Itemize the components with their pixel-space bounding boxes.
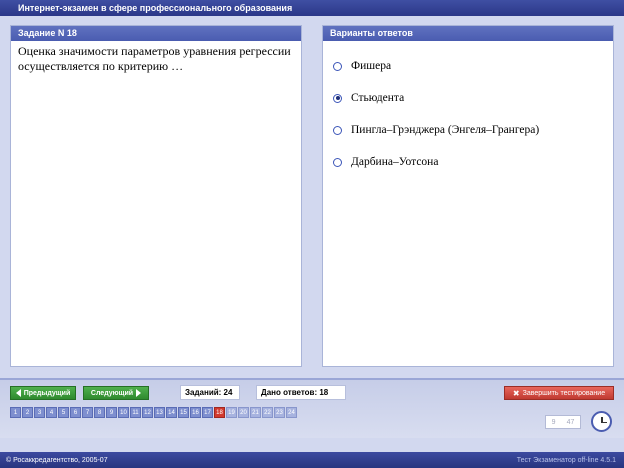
prev-button-label: Предыдущий bbox=[23, 389, 71, 397]
next-button[interactable]: Следующий bbox=[83, 386, 149, 400]
arrow-right-icon bbox=[136, 389, 142, 397]
answer-label: Стьюдента bbox=[351, 92, 405, 104]
question-text: Оценка значимости параметров уравнения р… bbox=[18, 44, 291, 73]
page-button-6[interactable]: 6 bbox=[70, 407, 81, 418]
page-button-16[interactable]: 16 bbox=[190, 407, 201, 418]
page-button-3[interactable]: 3 bbox=[34, 407, 45, 418]
page-button-2[interactable]: 2 bbox=[22, 407, 33, 418]
page-button-15[interactable]: 15 bbox=[178, 407, 189, 418]
answer-label: Пингла–Грэнджера (Энгеля–Грангера) bbox=[351, 124, 540, 136]
runner-icon: ✖ bbox=[512, 388, 520, 398]
page-button-10[interactable]: 10 bbox=[118, 407, 129, 418]
page-button-8[interactable]: 8 bbox=[94, 407, 105, 418]
answer-option-engle-granger[interactable]: Пингла–Грэнджера (Энгеля–Грангера) bbox=[323, 114, 613, 146]
clock-icon bbox=[591, 411, 612, 432]
radio-button[interactable] bbox=[333, 61, 342, 71]
answer-options: Фишера Стьюдента Пингла–Грэнджера (Энгел… bbox=[323, 41, 613, 178]
question-header: Задание N 18 bbox=[11, 26, 301, 41]
answer-label: Фишера bbox=[351, 60, 392, 72]
page-button-5[interactable]: 5 bbox=[58, 407, 69, 418]
page-button-17[interactable]: 17 bbox=[202, 407, 213, 418]
page-button-20[interactable]: 20 bbox=[238, 407, 249, 418]
next-button-label: Следующий bbox=[90, 389, 134, 397]
radio-button-selected[interactable] bbox=[333, 93, 342, 103]
prev-button[interactable]: Предыдущий bbox=[10, 386, 76, 400]
timer-value-1: 9 bbox=[551, 418, 556, 426]
copyright-text: © Росаккредагентство, 2005-07 bbox=[6, 456, 108, 464]
page-button-12[interactable]: 12 bbox=[142, 407, 153, 418]
question-pager: 1 2 3 4 5 6 7 8 9 10 11 12 13 14 15 16 17 18 19 20 21 22 23 24 bbox=[10, 407, 297, 418]
page-button-23[interactable]: 23 bbox=[274, 407, 285, 418]
page-button-18[interactable]: 18 bbox=[214, 407, 225, 418]
page-button-24[interactable]: 24 bbox=[286, 407, 297, 418]
tasks-counter: Заданий: 24 bbox=[180, 385, 240, 400]
page-button-4[interactable]: 4 bbox=[46, 407, 57, 418]
radio-button[interactable] bbox=[333, 157, 342, 167]
answer-option-fisher[interactable]: Фишера bbox=[323, 50, 613, 82]
radio-button[interactable] bbox=[333, 125, 342, 135]
page-button-19[interactable]: 19 bbox=[226, 407, 237, 418]
finish-test-button[interactable]: ✖ Завершить тестирование bbox=[504, 386, 614, 400]
page-button-14[interactable]: 14 bbox=[166, 407, 177, 418]
window-title: Интернет-экзамен в сфере профессионально… bbox=[0, 0, 624, 16]
answer-label: Дарбина–Уотсона bbox=[351, 156, 439, 168]
timer-value-2: 47 bbox=[566, 418, 575, 426]
timer-display: 9 47 bbox=[545, 415, 581, 429]
page-button-11[interactable]: 11 bbox=[130, 407, 141, 418]
answer-option-durbin-watson[interactable]: Дарбина–Уотсона bbox=[323, 146, 613, 178]
answers-header: Варианты ответов bbox=[323, 26, 613, 41]
answers-panel: Варианты ответов Фишера Стьюдента Пингла… bbox=[322, 25, 614, 367]
answered-counter: Дано ответов: 18 bbox=[256, 385, 346, 400]
page-button-22[interactable]: 22 bbox=[262, 407, 273, 418]
question-panel: Задание N 18 Оценка значимости параметро… bbox=[10, 25, 302, 367]
page-button-9[interactable]: 9 bbox=[106, 407, 117, 418]
finish-button-label: Завершить тестирование bbox=[522, 389, 606, 397]
page-button-7[interactable]: 7 bbox=[82, 407, 93, 418]
version-text: Тест Экзаменатор off-line 4.5.1 bbox=[516, 456, 616, 464]
status-bar: © Росаккредагентство, 2005-07 Тест Экзам… bbox=[0, 452, 624, 468]
page-button-1[interactable]: 1 bbox=[10, 407, 21, 418]
page-button-13[interactable]: 13 bbox=[154, 407, 165, 418]
page-button-21[interactable]: 21 bbox=[250, 407, 261, 418]
answer-option-student[interactable]: Стьюдента bbox=[323, 82, 613, 114]
arrow-left-icon bbox=[15, 389, 21, 397]
